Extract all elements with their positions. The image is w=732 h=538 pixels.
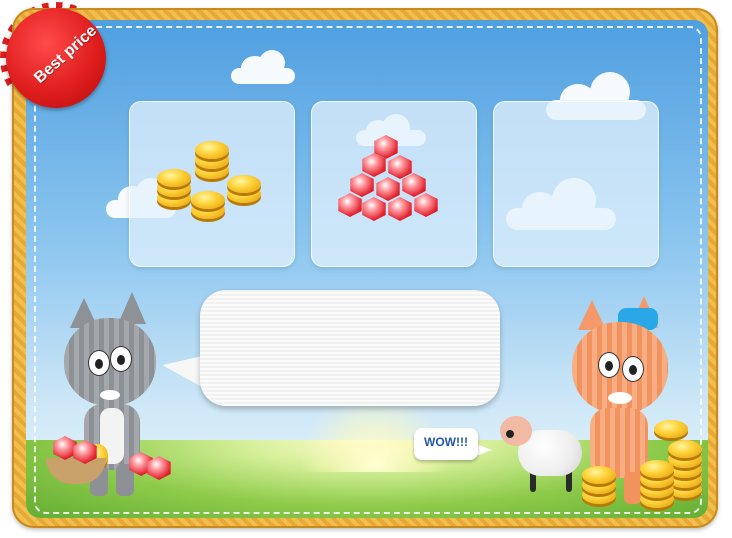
wow-text: WOW!!! [424, 435, 468, 449]
offer-slot-rubies[interactable] [311, 101, 477, 267]
wow-bubble: WOW!!! [414, 428, 478, 460]
wow-bubble-tail [476, 444, 492, 456]
offer-slot-coins[interactable] [129, 101, 295, 267]
best-price-badge: Best price [0, 2, 116, 114]
speech-bubble [200, 290, 500, 406]
offer-slot-empty[interactable] [493, 101, 659, 267]
cloud [231, 50, 295, 84]
